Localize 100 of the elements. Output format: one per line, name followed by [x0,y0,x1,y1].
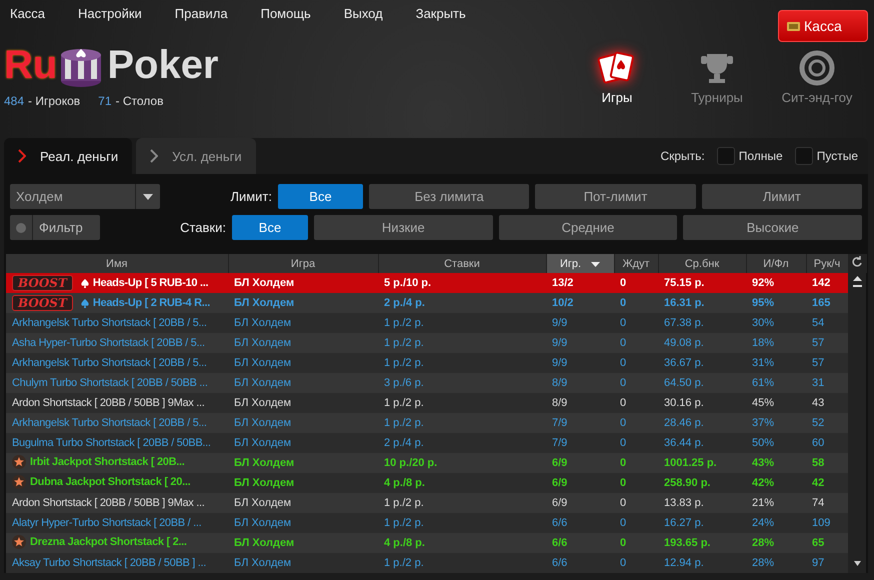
checkbox-label: Полные [738,149,783,163]
table-row[interactable]: BOOST Heads-Up [ 2 RUB-4 R... БЛ Холдем 2 р./4 р. 10/2 0 16.31 р. 95% 165 [6,293,866,313]
table-cell: BOOST Heads-Up [ 2 RUB-4 R... [6,293,228,313]
table-cell: 10 р./20 р. [378,453,546,473]
filter-label: Лимит: [229,189,273,204]
checkbox[interactable] [794,147,813,165]
table-cell: 42 [806,473,848,493]
stakes-option[interactable]: Средние [498,215,678,240]
nav-tab[interactable]: Сит-энд-гоу [774,50,860,110]
table-cell: 7/9 [546,413,614,433]
table-cell: 0 [614,313,658,333]
table-row[interactable]: BOOST Heads-Up [ 5 RUB-10 ... БЛ Холдем 5 р./10 р. 13/2 0 75.15 р. 92% 142 [6,273,866,293]
table-row[interactable]: Arkhangelsk Turbo Shortstack [ 20BB / 5... БЛ Холдем 1 р./2 р. 9/9 0 36.67 р. 31% 57 [6,353,866,373]
table-row[interactable]: Ardon Shortstack [ 20BB / 50BB ] 9Max ... БЛ Холдем 1 р./2 р. 6/9 0 13.83 р. 21% 74 [6,493,866,513]
stakes-option[interactable]: Низкие [314,215,493,240]
table-row[interactable]: Asha Hyper-Turbo Shortstack [ 20BB / 5... БЛ Холдем 1 р./2 р. 9/9 0 49.08 р. 18% 57 [6,333,866,353]
limit-option[interactable]: Лимит [702,184,862,209]
menu-item[interactable]: Настройки [78,6,142,20]
table-cell: 36.67 р. [658,353,746,373]
limit-option[interactable]: Без лимита [369,184,530,209]
table-cell: 43 [806,393,848,413]
cash-icon [787,20,800,32]
column-header[interactable]: Имя [6,254,228,273]
table-cell: 28% [746,553,806,573]
table-cell: Alatyr Hyper-Turbo Shortstack [ 20BB / ... [6,513,228,533]
table-cell: 1 р./2 р. [378,353,546,373]
table-cell: 31 [806,373,848,393]
filter-label: Ставки: [179,220,227,235]
table-cell: 52 [806,413,848,433]
column-header[interactable]: Ставки [378,254,546,273]
table-cell: 95% [746,293,806,313]
limit-option[interactable]: Пот-лимит [535,184,696,209]
limit-option[interactable]: Все [278,184,363,209]
table-row[interactable]: Aksay Turbo Shortstack [ 20BB / 50BB ] ... БЛ Холдем 1 р./2 р. 6/6 0 12.94 р. 28% 97 [6,553,866,573]
column-header[interactable]: Игра [228,254,378,273]
star-icon [12,474,26,488]
nav-tab[interactable]: Игры [574,50,660,110]
table-cell: БЛ Холдем [228,533,378,553]
table-cell: 60 [806,433,848,453]
filter-button[interactable]: Фильтр [10,215,100,240]
table-cell: 0 [614,333,658,353]
game-dropdown[interactable]: Холдем [10,184,160,209]
table-cell: 30% [746,313,806,333]
table-row[interactable]: Irbit Jackpot Shortstack [ 20B... БЛ Холдем 10 р./20 р. 6/9 0 1001.25 р. 43% 58 [6,453,866,473]
table-row[interactable]: Dubna Jackpot Shortstack [ 20... БЛ Холдем 4 р./8 р. 6/9 0 258.90 р. 42% 42 [6,473,866,493]
table-row[interactable]: Alatyr Hyper-Turbo Shortstack [ 20BB / ... БЛ Холдем 1 р./2 р. 6/6 0 16.27 р. 24% 109 [6,513,866,533]
column-header[interactable]: Ждут [614,254,658,273]
column-header[interactable]: Рук/ч [806,254,848,273]
radio-dot-icon [16,222,26,232]
table-cell: 6/6 [546,513,614,533]
chevron-icon [18,149,26,163]
column-header[interactable]: Ср.бнк [658,254,746,273]
table-cell: 74 [806,493,848,513]
nav-label: Турниры [691,90,743,105]
table-cell: 16.31 р. [658,293,746,313]
menu-item[interactable]: Закрыть [416,6,466,20]
menu-item[interactable]: Правила [174,6,228,20]
table-cell: 58 [806,453,848,473]
caret-icon [143,194,153,200]
table-row[interactable]: Chulym Turbo Shortstack [ 20BB / 50BB ... БЛ Холдем 3 р./6 р. 8/9 0 64.50 р. 61% 31 [6,373,866,393]
table-cell: БЛ Холдем [228,393,378,413]
table-row[interactable]: Arkhangelsk Turbo Shortstack [ 20BB / 5... БЛ Холдем 1 р./2 р. 7/9 0 28.46 р. 37% 52 [6,413,866,433]
table-cell: 1 р./2 р. [378,333,546,353]
column-header[interactable]: И/Фл [746,254,806,273]
table-cell: Bugulma Turbo Shortstack [ 20BB / 50BB... [6,433,228,453]
table-row[interactable]: Ardon Shortstack [ 20BB / 50BB ] 9Max ... БЛ Холдем 1 р./2 р. 8/9 0 30.16 р. 45% 43 [6,393,866,413]
table-cell: 1001.25 р. [658,453,746,473]
table-cell: 21% [746,493,806,513]
menu-item[interactable]: Помощь [260,6,311,20]
table-cell: 1 р./2 р. [378,393,546,413]
menu-item[interactable]: Выход [344,6,383,20]
table-row[interactable]: Arkhangelsk Turbo Shortstack [ 20BB / 5... БЛ Холдем 1 р./2 р. 9/9 0 67.38 р. 30% 54 [6,313,866,333]
scroll-down-icon[interactable] [854,561,860,566]
refresh-icon[interactable] [852,256,862,268]
nav-tab[interactable]: Турниры [674,50,760,110]
tab[interactable]: Усл. деньги [136,138,256,174]
table-cell: Chulym Turbo Shortstack [ 20BB / 50BB ... [6,373,228,393]
table-cell: БЛ Холдем [228,453,378,473]
checkbox[interactable] [716,147,735,165]
table-cell: Drezna Jackpot Shortstack [ 2... [6,533,228,553]
table-cell: 258.90 р. [658,473,746,493]
table-cell: 42% [746,473,806,493]
table-row[interactable]: Drezna Jackpot Shortstack [ 2... БЛ Холдем 4 р./8 р. 6/6 0 193.65 р. 28% 65 [6,533,866,553]
table-cell: Irbit Jackpot Shortstack [ 20B... [6,453,228,473]
stakes-option[interactable]: Высокие [683,215,862,240]
table-cell: 4 р./8 р. [378,533,546,553]
tab[interactable]: Реал. деньги [4,138,132,174]
table-cell: 165 [806,293,848,313]
table-cell: 193.65 р. [658,533,746,553]
table-cell: 67.38 р. [658,313,746,333]
column-header[interactable]: Игр. [546,254,614,273]
scroll-up-icon[interactable] [852,276,862,288]
cashier-button[interactable]: Касса [778,10,868,42]
stakes-option[interactable]: Все [232,215,308,240]
nav-label: Игры [602,90,632,105]
table-cell: 0 [614,413,658,433]
table-cell: Asha Hyper-Turbo Shortstack [ 20BB / 5... [6,333,228,353]
menu-item[interactable]: Касса [10,6,46,20]
table-row[interactable]: Bugulma Turbo Shortstack [ 20BB / 50BB... БЛ Холдем 2 р./4 р. 7/9 0 36.44 р. 50% 60 [6,433,866,453]
table-cell: 43% [746,453,806,473]
